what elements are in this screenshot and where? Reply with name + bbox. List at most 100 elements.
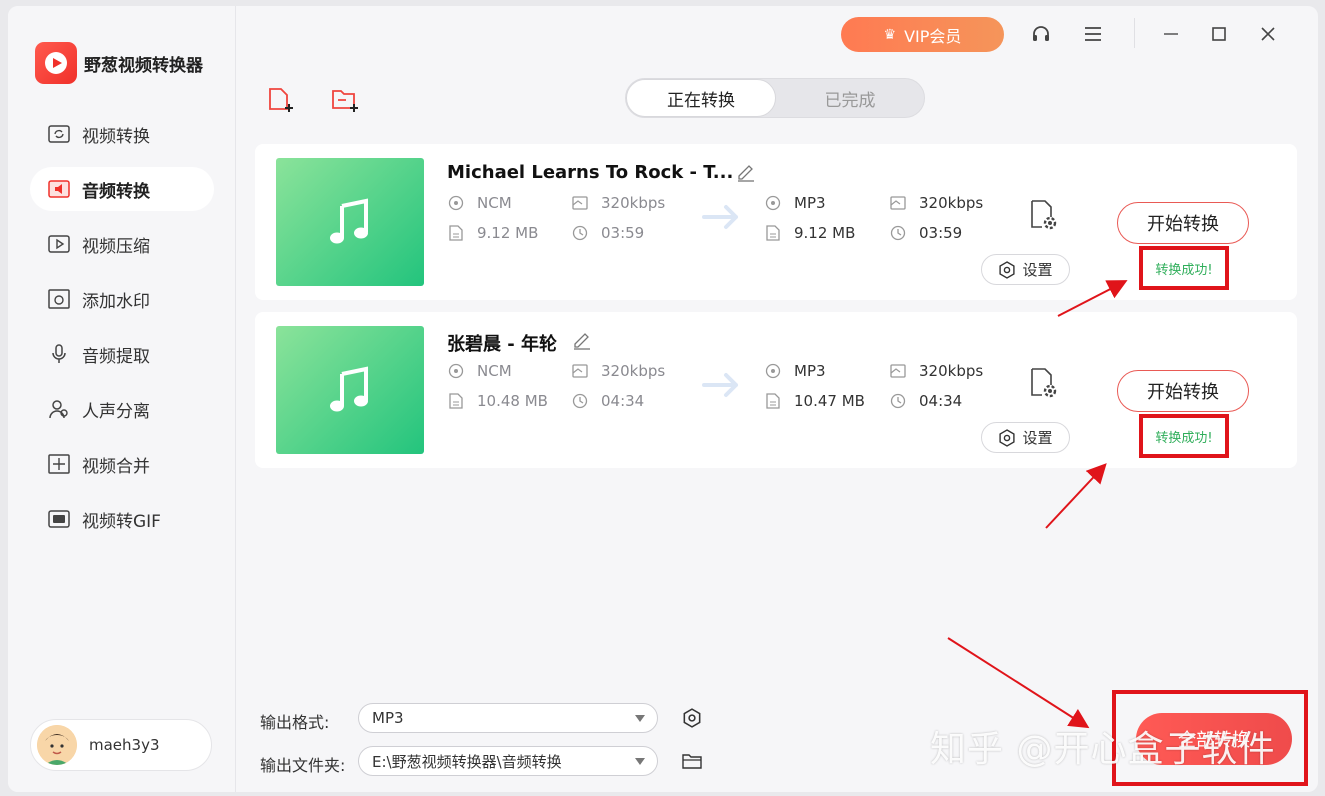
source-format: NCM <box>447 194 512 212</box>
gear-icon <box>998 428 1016 447</box>
file-settings-icon[interactable] <box>1029 199 1059 231</box>
audio-thumbnail <box>276 158 424 286</box>
convert-arrow-icon <box>702 202 742 232</box>
folder-icon[interactable] <box>680 749 704 773</box>
menu-icon[interactable] <box>1081 22 1105 46</box>
avatar <box>37 725 77 765</box>
format-icon <box>447 194 465 212</box>
file-name: Michael Learns To Rock - T... <box>447 162 734 183</box>
target-bitrate: 320kbps <box>889 362 983 380</box>
gif-icon <box>47 507 71 531</box>
audio-thumbnail <box>276 326 424 454</box>
add-folder-icon[interactable] <box>330 86 360 116</box>
sidebar-item-label: 添加水印 <box>82 291 150 312</box>
titlebar-divider <box>1134 18 1135 48</box>
sidebar-item-voice-separate[interactable]: 人声分离 <box>30 387 214 431</box>
vip-button[interactable]: ♛ VIP会员 <box>841 17 1004 52</box>
user-name: maeh3y3 <box>89 736 160 754</box>
settings-button[interactable]: 设置 <box>981 254 1070 285</box>
sidebar: 野葱视频转换器 视频转换 音频转换 视频压缩 添加水印 音频提取 人声分离 视频… <box>8 6 236 792</box>
target-duration: 03:59 <box>889 224 962 242</box>
close-icon[interactable] <box>1256 22 1280 46</box>
user-profile[interactable]: maeh3y3 <box>30 719 212 771</box>
target-duration: 04:34 <box>889 392 962 410</box>
format-icon <box>447 362 465 380</box>
source-bitrate: 320kbps <box>571 362 665 380</box>
settings-button[interactable]: 设置 <box>981 422 1070 453</box>
clock-icon <box>889 392 907 410</box>
source-duration: 03:59 <box>571 224 644 242</box>
watermark-icon <box>47 287 71 311</box>
output-folder-select[interactable]: E:\野葱视频转换器\音频转换 <box>358 746 658 776</box>
watermark-text: 知乎 @开心盒子软件 <box>930 729 1276 770</box>
sidebar-nav: 视频转换 音频转换 视频压缩 添加水印 音频提取 人声分离 视频合并 视频转GI… <box>30 112 214 552</box>
target-size: 9.12 MB <box>764 224 855 242</box>
start-convert-button[interactable]: 开始转换 <box>1117 370 1249 412</box>
target-format: MP3 <box>764 194 826 212</box>
output-format-label: 输出格式: <box>260 713 330 732</box>
target-size: 10.47 MB <box>764 392 865 410</box>
sidebar-item-audio-convert[interactable]: 音频转换 <box>30 167 214 211</box>
source-format: NCM <box>447 362 512 380</box>
sidebar-item-label: 视频合并 <box>82 456 150 477</box>
vip-label: VIP会员 <box>904 26 962 46</box>
sidebar-item-gif[interactable]: 视频转GIF <box>30 497 214 541</box>
output-format-select[interactable]: MP3 <box>358 703 658 733</box>
voice-separate-icon <box>47 397 71 421</box>
file-icon <box>447 224 465 242</box>
crown-icon: ♛ <box>883 26 897 43</box>
bitrate-icon <box>889 362 907 380</box>
start-convert-button[interactable]: 开始转换 <box>1117 202 1249 244</box>
sidebar-item-label: 视频压缩 <box>82 236 150 257</box>
file-icon <box>447 392 465 410</box>
file-card: Michael Learns To Rock - T... NCM 320kbp… <box>255 144 1297 300</box>
format-icon <box>764 194 782 212</box>
clock-icon <box>889 224 907 242</box>
format-settings-icon[interactable] <box>680 706 704 730</box>
file-icon <box>764 392 782 410</box>
chevron-down-icon <box>635 758 645 765</box>
sidebar-item-label: 人声分离 <box>82 401 150 422</box>
app-logo-icon <box>35 42 77 84</box>
sidebar-item-watermark[interactable]: 添加水印 <box>30 277 214 321</box>
sidebar-item-video-compress[interactable]: 视频压缩 <box>30 222 214 266</box>
output-folder-label: 输出文件夹: <box>260 756 346 775</box>
file-card: 张碧晨 - 年轮 NCM 320kbps 10.48 MB 04:34 MP3 … <box>255 312 1297 468</box>
source-duration: 04:34 <box>571 392 644 410</box>
minimize-icon[interactable] <box>1159 22 1183 46</box>
tab-converting[interactable]: 正在转换 <box>626 79 776 117</box>
tab-completed[interactable]: 已完成 <box>776 79 924 117</box>
sidebar-item-label: 视频转换 <box>82 126 150 147</box>
sidebar-item-label: 音频提取 <box>82 346 150 367</box>
sidebar-item-audio-extract[interactable]: 音频提取 <box>30 332 214 376</box>
conversion-tabs: 正在转换 已完成 <box>625 78 925 118</box>
source-bitrate: 320kbps <box>571 194 665 212</box>
video-compress-icon <box>47 232 71 256</box>
sidebar-item-label: 音频转换 <box>82 181 150 202</box>
bitrate-icon <box>571 194 589 212</box>
bitrate-icon <box>889 194 907 212</box>
audio-convert-icon <box>47 177 71 201</box>
sidebar-item-video-convert[interactable]: 视频转换 <box>30 112 214 156</box>
video-convert-icon <box>47 122 71 146</box>
edit-name-icon[interactable] <box>736 162 756 182</box>
gear-icon <box>998 260 1016 279</box>
app-window: 野葱视频转换器 视频转换 音频转换 视频压缩 添加水印 音频提取 人声分离 视频… <box>8 6 1318 792</box>
add-file-icon[interactable] <box>266 86 296 116</box>
source-size: 10.48 MB <box>447 392 548 410</box>
audio-extract-icon <box>47 342 71 366</box>
file-icon <box>764 224 782 242</box>
file-settings-icon[interactable] <box>1029 367 1059 399</box>
app-title: 野葱视频转换器 <box>84 56 203 76</box>
chevron-down-icon <box>635 715 645 722</box>
maximize-icon[interactable] <box>1207 22 1231 46</box>
headset-icon[interactable] <box>1029 22 1053 46</box>
sidebar-item-video-merge[interactable]: 视频合并 <box>30 442 214 486</box>
convert-arrow-icon <box>702 370 742 400</box>
target-bitrate: 320kbps <box>889 194 983 212</box>
music-note-icon <box>330 198 368 244</box>
edit-name-icon[interactable] <box>572 330 592 350</box>
target-format: MP3 <box>764 362 826 380</box>
status-badge: 转换成功! <box>1139 246 1229 290</box>
music-note-icon <box>330 366 368 412</box>
